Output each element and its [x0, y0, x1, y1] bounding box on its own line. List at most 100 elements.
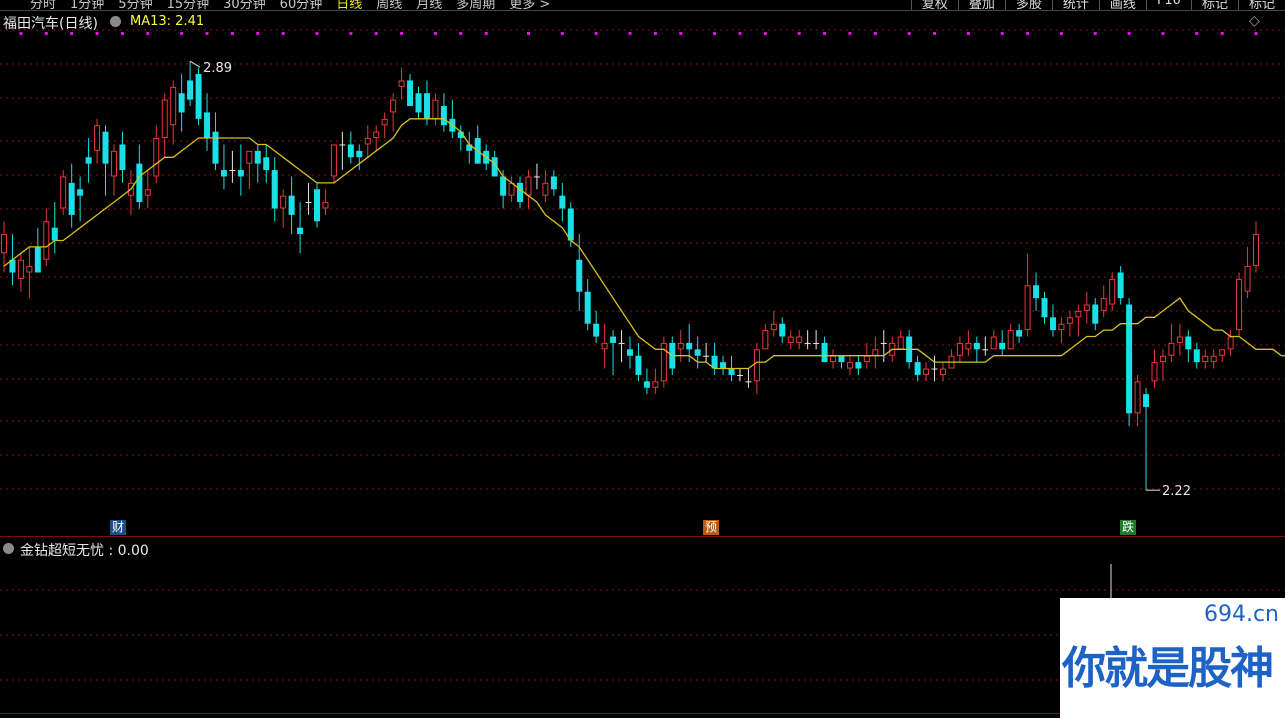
signal-dot — [230, 32, 234, 35]
candle-body — [17, 259, 24, 279]
candle-body — [610, 336, 617, 343]
candle — [26, 246, 33, 299]
stock-title[interactable]: 福田汽车(日线) — [3, 13, 98, 33]
signal-dot — [526, 32, 530, 35]
candle — [415, 86, 422, 119]
candle — [1049, 304, 1056, 337]
candle-body — [1041, 298, 1048, 318]
tag-drop[interactable]: 跌 — [1120, 520, 1137, 535]
candle-body — [999, 342, 1006, 350]
candle-body — [703, 355, 710, 357]
candle-body — [110, 150, 117, 177]
candle — [533, 163, 540, 190]
ma-toggle-icon[interactable] — [110, 16, 121, 27]
candle-body — [1049, 317, 1056, 331]
tag-finance[interactable]: 财 — [110, 520, 127, 535]
candle — [398, 67, 405, 100]
signal-dot — [873, 32, 877, 35]
candle-body — [204, 112, 211, 139]
candle — [373, 125, 380, 151]
candle-body — [1244, 266, 1251, 292]
signal-dot — [459, 32, 463, 35]
signal-dot — [349, 32, 353, 35]
candle — [982, 336, 989, 356]
candle — [931, 355, 938, 382]
candle — [830, 349, 837, 369]
candle — [770, 310, 777, 337]
candle-body — [940, 368, 946, 375]
signal-dot — [400, 32, 404, 35]
candle-body — [990, 336, 997, 350]
candle — [204, 93, 211, 151]
candle-body — [956, 342, 963, 356]
candle-body — [533, 176, 540, 178]
candle — [1016, 323, 1023, 343]
candle-body — [779, 323, 786, 337]
signal-dot — [966, 32, 970, 35]
candle — [449, 99, 456, 139]
sub-indicator-title[interactable]: 金钻超短无忧 : 0.00 — [20, 540, 149, 560]
candle — [711, 342, 718, 375]
signal-dot — [653, 32, 657, 35]
candle — [677, 330, 684, 363]
candle-body — [153, 138, 160, 177]
signal-dot — [1000, 32, 1004, 35]
candle-body — [973, 342, 980, 350]
candle-body — [635, 355, 642, 375]
candle — [821, 336, 828, 363]
candle-body — [1100, 298, 1107, 311]
candle-body — [745, 381, 752, 383]
sub-indicator-toggle-icon[interactable] — [3, 543, 14, 554]
signal-dot — [1161, 32, 1165, 35]
candle — [627, 336, 633, 369]
candle — [330, 144, 337, 183]
candle — [144, 170, 151, 209]
high-label: 2.89 — [203, 61, 232, 76]
candle-body — [297, 227, 304, 235]
signal-dot — [315, 32, 319, 35]
candle — [356, 144, 363, 171]
signal-dot — [907, 32, 911, 35]
signal-dot — [823, 32, 827, 35]
diamond-icon[interactable]: ◇ — [1249, 13, 1260, 29]
candle — [880, 330, 887, 363]
watermark-text: 你就是股神 — [1062, 643, 1274, 694]
candle-body — [686, 342, 693, 350]
signal-dot — [848, 32, 852, 35]
candle — [1219, 349, 1226, 363]
candle — [872, 336, 879, 369]
signal-dot — [1059, 32, 1063, 35]
candle — [85, 138, 92, 183]
candle-body — [390, 99, 397, 113]
candle-body — [931, 368, 938, 370]
candle — [999, 330, 1006, 356]
candle-body — [1210, 355, 1217, 363]
candle-body — [576, 259, 583, 292]
candle-body — [677, 342, 684, 350]
candle-body — [356, 150, 363, 158]
candle — [1244, 246, 1251, 299]
candle — [973, 336, 980, 363]
signal-dot — [281, 32, 285, 35]
candle — [77, 176, 84, 222]
signal-dot — [120, 32, 124, 35]
candle — [508, 176, 515, 203]
signal-dot — [1220, 32, 1224, 35]
candle — [652, 368, 659, 395]
candle-body — [652, 381, 659, 388]
candle — [1210, 349, 1217, 369]
signal-dot — [1093, 32, 1097, 35]
tag-forecast[interactable]: 预 — [703, 520, 720, 535]
candle-body — [643, 381, 650, 388]
candle — [170, 80, 177, 145]
candle — [127, 170, 134, 215]
candle-body — [237, 170, 244, 177]
candle-body — [813, 342, 820, 344]
candle-body — [508, 182, 515, 196]
candle — [965, 330, 972, 356]
candle — [550, 170, 557, 196]
candle-body — [212, 131, 219, 164]
candle-body — [1159, 355, 1166, 363]
candle-body — [914, 362, 921, 375]
candle-body — [1134, 381, 1141, 414]
